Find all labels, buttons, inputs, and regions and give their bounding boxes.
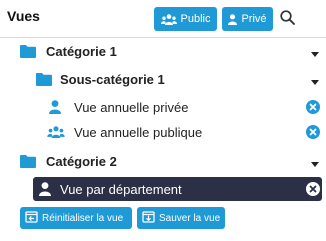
tree-item-label: Vue annuelle publique — [74, 124, 203, 140]
tree-item-categorie-1[interactable]: Catégorie 1 — [0, 39, 326, 63]
panel-title: Vues — [7, 8, 40, 24]
tree-item-categorie-2[interactable]: Catégorie 2 — [0, 149, 326, 173]
user-icon — [228, 13, 238, 25]
remove-view-button[interactable] — [306, 182, 320, 196]
tree-item-vue-annuelle-publique[interactable]: Vue annuelle publique — [0, 120, 326, 144]
public-button[interactable]: Public — [154, 7, 217, 31]
caret-down-icon[interactable] — [310, 46, 320, 57]
tree-item-label: Catégorie 1 — [46, 43, 117, 59]
tree-item-sous-categorie-1[interactable]: Sous-catégorie 1 — [0, 67, 326, 91]
header-divider — [0, 37, 326, 38]
users-icon — [47, 126, 65, 138]
reset-view-icon — [25, 210, 38, 226]
prive-button[interactable]: Privé — [222, 7, 273, 31]
folder-icon — [20, 44, 36, 58]
tree-item-label: Vue par département — [60, 181, 182, 197]
user-icon — [49, 100, 61, 114]
users-icon — [160, 13, 177, 25]
folder-icon — [36, 72, 52, 86]
reset-view-button[interactable]: Réinitialiser la vue — [20, 207, 132, 229]
tree-item-label: Catégorie 2 — [46, 153, 117, 169]
public-button-label: Public — [180, 13, 211, 25]
prive-button-label: Privé — [241, 13, 267, 25]
user-icon — [39, 182, 51, 196]
tree-item-label: Sous-catégorie 1 — [60, 71, 165, 87]
folder-icon — [20, 154, 36, 168]
tree-item-vue-par-departement[interactable]: Vue par département — [33, 177, 322, 201]
remove-view-button[interactable] — [306, 125, 320, 139]
save-view-button[interactable]: Sauver la vue — [137, 207, 225, 229]
caret-down-icon[interactable] — [310, 156, 320, 167]
save-view-label: Sauver la vue — [159, 212, 221, 224]
remove-view-button[interactable] — [306, 100, 320, 114]
search-icon[interactable] — [279, 9, 297, 27]
reset-view-label: Réinitialiser la vue — [42, 212, 124, 224]
views-panel: Vues Public Privé Catégorie 1 Sous-catég… — [0, 0, 326, 241]
tree-item-vue-annuelle-privee[interactable]: Vue annuelle privée — [0, 95, 326, 119]
save-view-icon — [142, 210, 155, 226]
caret-down-icon[interactable] — [310, 74, 320, 85]
tree-item-label: Vue annuelle privée — [74, 99, 189, 115]
